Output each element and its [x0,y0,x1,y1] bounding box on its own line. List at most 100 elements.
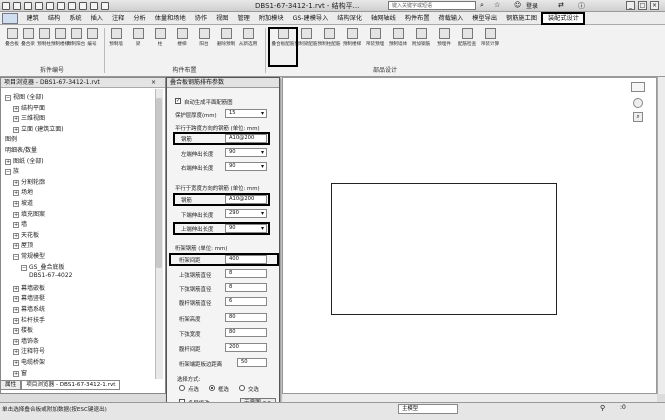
bottom-chord-input[interactable]: 8 [225,283,267,292]
tab-5[interactable]: 分析 [129,14,150,24]
print-icon[interactable] [57,2,65,10]
tree-item[interactable]: + 楼板 [13,325,33,335]
maximize-button[interactable]: □ [638,1,647,10]
steering-wheel-icon[interactable] [633,98,643,108]
ribbon-button-group3_buttons-8[interactable]: 配筋检查 [458,28,476,47]
expand-icon[interactable]: + [13,370,19,377]
collapse-icon[interactable]: − [13,254,19,260]
truss-spacing-input[interactable]: 400 [225,255,267,264]
tab-project-browser[interactable]: 项目浏览器 - DBS1-67-3412-1.rvt [21,380,121,390]
tree-item[interactable]: 明细表/数量 [5,145,37,154]
ribbon-button-group2_buttons-2[interactable]: 柱 [152,28,168,47]
tree-item[interactable]: + 图纸 (全部) [5,156,44,165]
expand-icon[interactable]: + [13,190,19,197]
ribbon-button-group3_buttons-3[interactable]: 预制楼梯 [343,28,361,47]
bottom-ext-select[interactable]: 290 [225,209,267,218]
ribbon-button-group2_buttons-0[interactable]: 预制墙 [108,28,124,47]
tab-14[interactable]: 构件布置 [400,14,434,24]
expand-icon[interactable]: + [13,201,19,207]
expand-icon[interactable]: + [13,116,19,123]
tab-16[interactable]: 模型导出 [468,14,502,24]
ribbon-button-group1_buttons-0[interactable]: 叠合板 [4,28,20,47]
file-menu-button[interactable] [2,13,18,24]
tree-item[interactable]: + 屋顶 [13,240,33,250]
ribbon-button-group2_buttons-3[interactable]: 楼梯 [174,28,190,47]
highlighted-ribbon-button[interactable] [268,27,298,67]
tab-9[interactable]: 管理 [233,14,254,24]
tree-item[interactable]: − 族 [5,166,19,176]
section-icon[interactable] [101,2,109,10]
tab-0[interactable]: 建筑 [22,14,43,24]
search-input[interactable]: 键入关键字或短语 [388,1,476,10]
3d-view-icon[interactable] [90,2,98,10]
help-icon[interactable]: ⓘ [578,1,585,11]
tab-properties[interactable]: 属性 [0,380,22,390]
tree-item[interactable]: − 常规模型 [13,251,45,260]
tree-item[interactable]: + 电缆桥架 [13,357,45,366]
tree-item[interactable]: + 分割轮廓 [13,177,45,186]
app-menu-icon[interactable] [2,2,10,10]
save-icon[interactable] [24,2,32,10]
top-chord-input[interactable]: 8 [225,269,267,278]
left-ext-select[interactable]: 90 [225,148,267,157]
tab-2[interactable]: 系统 [65,14,86,24]
login-link[interactable]: 登录 [526,1,538,10]
tab-8[interactable]: 视图 [212,14,233,24]
tab-18[interactable]: 装配式设计 [541,12,586,25]
right-ext-select[interactable]: 90 [225,162,267,171]
tree-item[interactable]: + 幕墙嵌板 [13,283,45,292]
expand-icon[interactable]: + [13,211,19,218]
tree-item[interactable]: + 幕墙竖梃 [13,293,45,303]
model-select[interactable]: 主模型 [398,404,458,414]
tab-17[interactable]: 钢筋施工图 [502,14,542,24]
binoculars-icon[interactable]: ⌕ [480,1,488,10]
ribbon-button-group1_buttons-3[interactable]: 预制楼梯 [51,28,69,47]
tab-6[interactable]: 体量和场地 [150,14,190,24]
ribbon-button-group2_buttons-1[interactable]: 梁 [130,28,146,47]
edge-dist-input[interactable]: 50 [237,358,267,367]
text-icon[interactable] [79,2,87,10]
radio-box[interactable] [209,385,215,391]
expand-icon[interactable]: + [13,317,19,324]
ribbon-button-group2_buttons-4[interactable]: 阳台 [196,28,212,47]
tree-item[interactable]: + 场地 [13,187,33,197]
rebar2-input[interactable]: A10@200 [225,195,267,204]
tree-item[interactable]: + 窗 [13,368,27,377]
expand-icon[interactable]: + [13,360,19,366]
close-icon[interactable]: × [151,79,156,86]
user-icon[interactable]: ☺ [514,1,521,9]
auto-gen-checkbox[interactable]: ✓ [175,98,181,104]
ribbon-button-group3_buttons-6[interactable]: 附加钢筋 [412,28,430,47]
web-span-input[interactable]: 200 [225,343,267,352]
ribbon-button-group3_buttons-2[interactable]: 预制柱配筋 [318,28,341,47]
tree-item[interactable]: + 结构平面 [13,103,45,112]
ribbon-button-group2_buttons-6[interactable]: 从新选用 [239,28,257,47]
ribbon-button-group3_buttons-9[interactable]: 吊装计算 [481,28,499,47]
tree-item[interactable]: − 视图 (全部) [5,92,44,101]
undo-icon[interactable] [35,2,43,10]
viewcube-icon[interactable] [631,82,645,92]
tree-item[interactable]: + 三维视图 [13,113,45,123]
expand-icon[interactable]: + [13,232,19,239]
expand-icon[interactable]: + [13,285,19,292]
expand-icon[interactable]: + [13,307,19,313]
drawing-canvas[interactable]: ⌕ [282,77,657,394]
minimize-button[interactable]: _ [626,1,635,10]
top-ext-select[interactable]: 90 [225,224,267,233]
exchange-icon[interactable]: ⇄ [558,1,564,9]
tree-item[interactable]: + 填充图案 [13,209,45,218]
tab-7[interactable]: 协作 [190,14,211,24]
expand-icon[interactable]: + [13,126,19,133]
tab-13[interactable]: 轴网轴线 [367,14,401,24]
ribbon-button-group2_buttons-5[interactable]: 删除预制 [217,28,235,47]
tree-item[interactable]: + 栏杆扶手 [13,315,45,324]
tab-12[interactable]: 结构深化 [333,14,367,24]
web-input[interactable]: 6 [225,297,267,306]
collapse-icon[interactable]: − [21,264,27,271]
ribbon-button-group1_buttons-1[interactable]: 叠合梁 [20,28,36,47]
scroll-thumb[interactable] [156,98,162,268]
ribbon-button-group1_buttons-4[interactable]: 预制阳台 [67,28,85,47]
tree-item[interactable]: 图例 [5,134,17,143]
ribbon-button-group3_buttons-7[interactable]: 预埋件 [436,28,452,47]
tab-1[interactable]: 结构 [43,14,64,24]
